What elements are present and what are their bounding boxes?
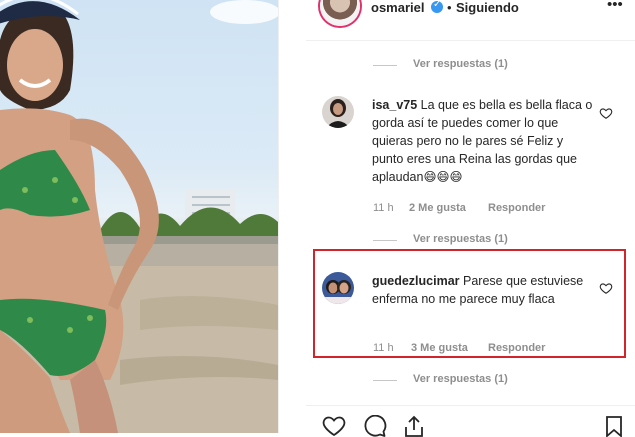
avatar-image [322,96,354,128]
panel-divider [278,0,306,433]
view-replies-link[interactable]: Ver respuestas (1) [373,233,573,249]
view-replies-link[interactable]: Ver respuestas (1) [373,58,573,74]
comment-icon[interactable] [363,415,387,437]
comments-panel: osmariel • Siguiendo ••• Ver respuestas … [306,0,635,433]
replies-line [373,380,397,381]
like-comment-heart-icon[interactable] [599,106,613,120]
view-replies-label: Ver respuestas (1) [413,233,508,245]
reply-button[interactable]: Responder [488,202,545,214]
replies-line [373,240,397,241]
author-avatar[interactable] [320,0,360,26]
like-heart-icon[interactable] [322,415,346,437]
more-options-icon[interactable]: ••• [607,0,623,13]
beach-photo-illustration [0,0,278,433]
bookmark-icon[interactable] [604,415,624,437]
commenter-avatar[interactable] [322,96,354,128]
header-separator: • [447,0,452,15]
verified-badge-icon [431,0,443,13]
post-action-bar [306,405,635,437]
post-photo [0,0,278,433]
share-icon[interactable] [402,415,426,437]
comment-likes[interactable]: 2 Me gusta [409,202,466,214]
comment-text: isa_v75 La que es bella es bella flaca o… [372,96,594,186]
follow-status-button[interactable]: Siguiendo [456,0,519,15]
post-header: osmariel • Siguiendo ••• [306,0,635,41]
comment-username[interactable]: isa_v75 [372,98,417,112]
comment-highlight-box [313,249,626,358]
replies-line [373,65,397,66]
view-replies-label: Ver respuestas (1) [413,373,508,385]
author-username[interactable]: osmariel [371,0,424,15]
view-replies-label: Ver respuestas (1) [413,58,508,70]
comment-time[interactable]: 11 h [373,202,394,214]
view-replies-link[interactable]: Ver respuestas (1) [373,373,573,389]
